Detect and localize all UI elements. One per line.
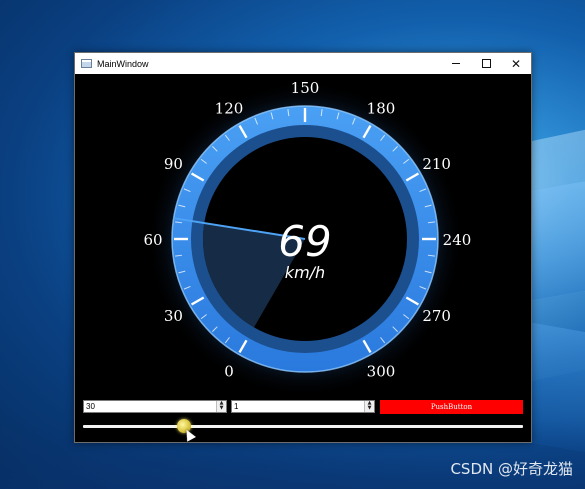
window-title: MainWindow: [97, 58, 149, 69]
gauge-tick-label: 0: [224, 363, 234, 381]
close-button[interactable]: ✕: [501, 53, 531, 74]
gauge-tick-label: 240: [443, 231, 472, 249]
watermark: CSDN @好奇龙猫: [450, 460, 573, 478]
spin-down-icon[interactable]: ▼: [217, 406, 226, 411]
main-window: MainWindow ✕ 0 30 60 90 120 150 180 210 …: [74, 52, 532, 443]
maximize-icon: [481, 59, 491, 68]
spinbox-step[interactable]: 1 ▲ ▼: [231, 400, 375, 413]
spinbox-speed[interactable]: 30 ▲ ▼: [83, 400, 227, 413]
title-bar[interactable]: MainWindow ✕: [75, 53, 531, 74]
mouse-cursor-icon: [182, 427, 197, 442]
spinbox-step-arrows[interactable]: ▲ ▼: [364, 401, 374, 412]
gauge-tick-label: 300: [367, 363, 396, 381]
gauge-unit-label: km/h: [285, 263, 325, 282]
gauge-tick-label: 30: [164, 307, 183, 325]
speedometer-dial: 0 30 60 90 120 150 180 210 240 270 300 69 km/h: [143, 79, 472, 396]
spinbox-speed-value: 30: [86, 402, 95, 411]
minimize-button[interactable]: [441, 53, 471, 74]
gauge-tick-label: 60: [143, 231, 162, 249]
push-button[interactable]: PushButton: [380, 400, 523, 414]
speedometer-gauge: 0 30 60 90 120 150 180 210 240 270 300 69 km/h: [75, 74, 531, 396]
gauge-tick-label: 180: [367, 99, 396, 117]
gauge-tick-label: 90: [164, 155, 183, 173]
gauge-tick-label: 150: [291, 79, 320, 97]
speed-slider-track[interactable]: [83, 425, 523, 428]
controls-row: 30 ▲ ▼ 1 ▲ ▼ PushButton: [83, 400, 523, 415]
close-icon: ✕: [510, 56, 522, 71]
gauge-value-readout: 69: [278, 217, 331, 266]
spinbox-step-value: 1: [234, 402, 239, 411]
gauge-tick-label: 270: [422, 307, 451, 325]
gauge-tick-label: 210: [422, 155, 451, 173]
spin-down-icon[interactable]: ▼: [365, 406, 374, 411]
minimize-icon: [452, 63, 460, 64]
gauge-tick-label: 120: [215, 99, 244, 117]
spinbox-speed-arrows[interactable]: ▲ ▼: [216, 401, 226, 412]
maximize-button[interactable]: [471, 53, 501, 74]
app-window-icon: [81, 59, 92, 68]
